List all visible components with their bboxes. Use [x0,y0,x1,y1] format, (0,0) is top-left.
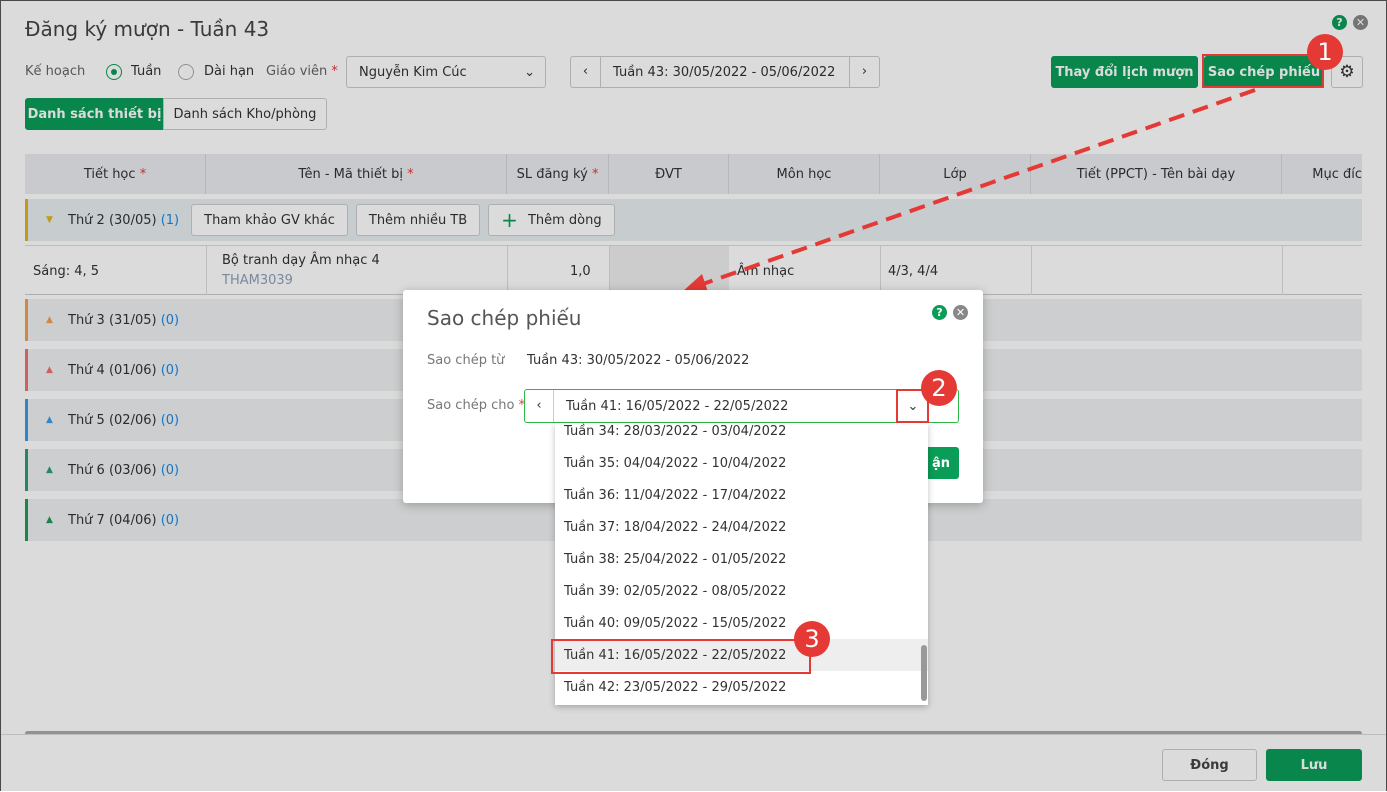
option[interactable]: Tuần 35: 04/04/2022 - 10/04/2022 [555,447,928,479]
step-badge-1: 1 [1307,34,1343,70]
modal-title: Sao chép phiếu [427,306,582,330]
annotation-box-3 [551,639,811,674]
annotation-box-1 [1202,54,1324,88]
option[interactable]: Tuần 34: 28/03/2022 - 03/04/2022 [555,423,928,447]
help-icon[interactable]: ? [932,305,947,320]
option[interactable]: Tuần 38: 25/04/2022 - 01/05/2022 [555,543,928,575]
option[interactable]: Tuần 39: 02/05/2022 - 08/05/2022 [555,575,928,607]
option[interactable]: Tuần 36: 11/04/2022 - 17/04/2022 [555,479,928,511]
step-badge-3: 3 [794,621,830,657]
copy-from-value: Tuần 43: 30/05/2022 - 05/06/2022 [527,353,750,368]
copy-from-label: Sao chép từ [427,353,505,368]
step-badge-2: 2 [921,370,957,406]
copy-to-label: Sao chép cho * [427,398,526,413]
copy-to-select[interactable]: ‹ Tuần 41: 16/05/2022 - 22/05/2022 ⌄ [524,389,959,423]
option[interactable]: Tuần 42: 23/05/2022 - 29/05/2022 [555,671,928,703]
close-icon[interactable]: ✕ [953,305,968,320]
prev-week-button[interactable]: ‹ [525,390,554,422]
option[interactable]: Tuần 37: 18/04/2022 - 24/04/2022 [555,511,928,543]
option[interactable]: Tuần 40: 09/05/2022 - 15/05/2022 [555,607,928,639]
dropdown-scrollbar[interactable] [921,645,927,701]
